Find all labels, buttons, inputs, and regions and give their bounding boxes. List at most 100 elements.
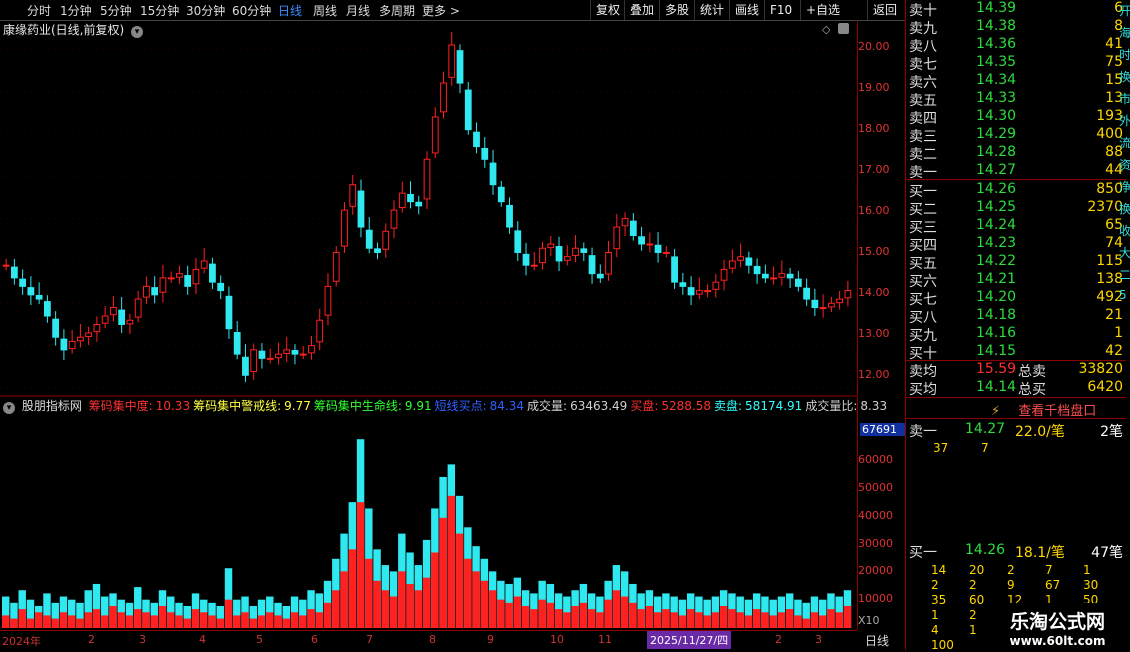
candle-body (745, 257, 753, 266)
side-strip-item[interactable]: 二 (1119, 266, 1130, 283)
sell-average-row: 卖均 15.59 总卖 33820 (908, 361, 1123, 380)
candle-body (514, 230, 522, 253)
candle-body (654, 244, 662, 253)
queue-order: 1 (931, 608, 939, 622)
chevron-down-icon[interactable]: ▾ (3, 402, 15, 414)
back-button[interactable]: 返回 (867, 0, 902, 20)
indicator-value: 9.91 (404, 399, 432, 413)
period-indicator[interactable]: 日线 (865, 632, 889, 649)
candle-body (118, 309, 126, 325)
add-watchlist-button[interactable]: +自选 (800, 0, 845, 20)
sell-order-row[interactable]: 卖二 14.28 88 (908, 144, 1123, 163)
side-strip-item[interactable]: 收 (1119, 222, 1130, 239)
tab-5min[interactable]: 5分钟 (100, 2, 132, 19)
buy-order-row[interactable]: 买四 14.23 74 (908, 235, 1123, 254)
tab-分时[interactable]: 分时 (27, 2, 51, 19)
sell-order-price: 14.38 (976, 18, 1017, 34)
candle-body (456, 50, 464, 84)
buy-order-row[interactable]: 买八 14.18 21 (908, 307, 1123, 326)
buy-order-row[interactable]: 买七 14.20 492 (908, 289, 1123, 308)
side-strip-item[interactable]: 大 (1119, 244, 1130, 261)
buy-volume-bar (827, 609, 835, 628)
buy-order-row[interactable]: 买五 14.22 115 (908, 253, 1123, 272)
sell-order-row[interactable]: 卖十 14.39 6 (908, 0, 1123, 19)
buy-volume-bar (604, 599, 612, 628)
price-tick: 16.00 (858, 204, 890, 217)
tab-more[interactable]: 更多 > (422, 2, 460, 19)
buy-order-row[interactable]: 买十 14.15 42 (908, 343, 1123, 362)
sell-order-row[interactable]: 卖一 14.27 44 (908, 162, 1123, 181)
tab-monthly[interactable]: 月线 (346, 2, 370, 19)
side-strip-item[interactable]: 市 (1119, 90, 1130, 107)
multi-stock-button[interactable]: 多股 (659, 0, 694, 20)
candle-body (291, 350, 299, 355)
side-strip-item[interactable]: 换 (1119, 68, 1130, 85)
candle-body (563, 256, 571, 261)
candle-body (266, 357, 274, 360)
total-buy-value: 6420 (1087, 379, 1123, 395)
sell-order-row[interactable]: 卖九 14.38 8 (908, 18, 1123, 37)
candle-body (638, 236, 645, 245)
tab-weekly[interactable]: 周线 (313, 2, 337, 19)
buy-order-price: 14.25 (976, 199, 1017, 215)
side-strip-item[interactable]: 时 (1119, 46, 1130, 63)
tab-30min[interactable]: 30分钟 (186, 2, 225, 19)
side-strip-item[interactable]: 净 (1119, 178, 1130, 195)
kline-chart[interactable] (0, 20, 857, 630)
queue-order: 2 (969, 608, 977, 622)
side-strip-item[interactable]: 5 (1119, 288, 1127, 302)
sell-order-row[interactable]: 卖五 14.33 13 (908, 90, 1123, 109)
buy-order-row[interactable]: 买九 14.16 1 (908, 325, 1123, 344)
buy-volume-bar (43, 615, 51, 628)
side-strip-item[interactable]: 外 (1119, 112, 1130, 129)
tab-multi-period[interactable]: 多周期 (379, 2, 415, 19)
date-tick: 3 (815, 633, 822, 646)
buy-volume-bar (414, 590, 423, 628)
volume-tick: 60000 (858, 453, 893, 466)
buy-avg-value: 14.14 (976, 379, 1017, 395)
queue-order: 67 (1045, 578, 1061, 592)
sell-order-row[interactable]: 卖四 14.30 193 (908, 108, 1123, 127)
side-strip-item[interactable]: 资 (1119, 156, 1130, 173)
lightning-icon: ⚡ (991, 404, 1001, 419)
stats-button[interactable]: 统计 (694, 0, 729, 20)
sell-order-row[interactable]: 卖八 14.36 41 (908, 36, 1123, 55)
buy-order-label: 买二 (909, 202, 937, 218)
buy-order-row[interactable]: 买六 14.21 138 (908, 271, 1123, 290)
fuquan-button[interactable]: 复权 (590, 0, 625, 20)
site-logo-url: www.60lt.com (1009, 634, 1106, 648)
buy-order-row[interactable]: 买三 14.24 65 (908, 217, 1123, 236)
buy-volume-bar (2, 615, 10, 628)
side-strip-item[interactable]: 换 (1119, 200, 1130, 217)
overlay-button[interactable]: 叠加 (624, 0, 659, 20)
buy-volume-bar (810, 612, 819, 628)
sell-order-row[interactable]: 卖七 14.35 75 (908, 54, 1123, 73)
indicator-name[interactable]: 股朋指标网 (22, 399, 82, 413)
side-strip-item[interactable]: 海 (1119, 24, 1130, 41)
buy-order-row[interactable]: 买一 14.26 850 (908, 181, 1123, 200)
draw-button[interactable]: 画线 (729, 0, 764, 20)
buy-order-row[interactable]: 买二 14.25 2370 (908, 199, 1123, 218)
indicator-value: 63463.49 (570, 399, 628, 413)
tab-15min[interactable]: 15分钟 (140, 2, 179, 19)
sell-order-price: 14.35 (976, 54, 1017, 70)
tab-1min[interactable]: 1分钟 (60, 2, 92, 19)
sell-order-price: 14.29 (976, 126, 1017, 142)
buy-volume-bar (637, 609, 645, 628)
side-strip-item[interactable]: 流 (1119, 134, 1130, 151)
f10-button[interactable]: F10 (764, 0, 797, 20)
thousand-level-button[interactable]: ⚡ 查看千档盘口 (991, 400, 1096, 419)
buy-volume-bar (620, 596, 629, 628)
tab-60min[interactable]: 60分钟 (232, 2, 271, 19)
candle-body (522, 253, 530, 266)
sell-order-row[interactable]: 卖六 14.34 15 (908, 72, 1123, 91)
tab-daily[interactable]: 日线 (278, 2, 302, 19)
buy-volume-bar (686, 609, 695, 628)
queue-buy1-row: 买一 14.26 18.1/笔 47笔 (908, 542, 1123, 561)
candle-body (324, 285, 332, 316)
side-strip-item[interactable]: 开 (1119, 2, 1130, 19)
sell-order-row[interactable]: 卖三 14.29 400 (908, 126, 1123, 145)
candle-body (687, 287, 695, 296)
buy-volume-bar (488, 590, 497, 628)
queue-sell1-amount: 22.0/笔 (1015, 424, 1065, 440)
